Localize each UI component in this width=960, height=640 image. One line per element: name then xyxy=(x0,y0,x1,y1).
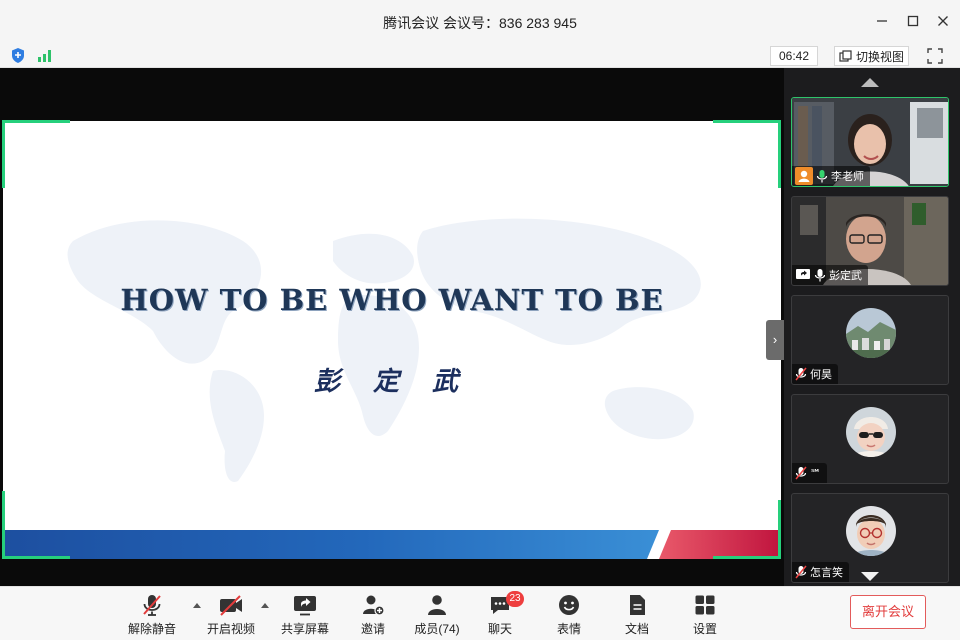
audio-options-caret-icon[interactable] xyxy=(193,603,201,608)
start-video-label: 开启视频 xyxy=(206,622,255,636)
switch-view-button[interactable]: 切换视图 xyxy=(834,46,910,66)
members-button[interactable]: 成员(74) xyxy=(407,593,467,637)
chat-label: 聊天 xyxy=(487,622,512,636)
participant-tile[interactable]: ℠ xyxy=(791,394,949,484)
maximize-icon xyxy=(907,15,919,27)
participant-avatar xyxy=(846,308,896,358)
slide-title: HOW TO BE WHO WANT TO BE xyxy=(120,283,664,317)
collapse-panel-button[interactable]: › xyxy=(766,320,784,360)
participant-video-panel: 李老师 彭定武 何昊 ℠ 怎言笑 xyxy=(784,68,960,586)
participant-label: 李老师 xyxy=(792,166,870,186)
scroll-up-icon[interactable] xyxy=(861,78,879,87)
invite-user-icon xyxy=(363,595,385,616)
switch-view-icon xyxy=(839,49,852,62)
share-screen-icon xyxy=(294,596,316,616)
participant-avatar xyxy=(846,506,896,556)
share-screen-button[interactable]: 共享屏幕 xyxy=(275,593,335,637)
window-title: 腾讯会议 会议号：836 283 945 xyxy=(383,15,577,31)
documents-button[interactable]: 文档 xyxy=(607,593,667,637)
meeting-timer: 06:42 xyxy=(770,46,818,66)
unmute-label: 解除静音 xyxy=(127,622,176,636)
emoji-icon xyxy=(559,595,579,615)
members-icon xyxy=(428,595,446,615)
slide-presenter-name: 彭 定 武 xyxy=(313,367,471,397)
minimize-button[interactable] xyxy=(872,12,892,32)
document-icon xyxy=(630,595,645,615)
frame-corner xyxy=(2,120,70,123)
meeting-toolbar: 解除静音 开启视频 共享屏幕 邀请 成员(74) 23 聊天 表情 文档 设置 … xyxy=(0,586,960,640)
participant-tile[interactable]: 李老师 xyxy=(791,97,949,187)
participant-label: 何昊 xyxy=(792,364,838,384)
participant-name: 怎言笑 xyxy=(810,567,843,579)
meeting-window: 腾讯会议 会议号：836 283 945 06:42 切换视图 HOW TO B… xyxy=(0,0,960,640)
leave-meeting-button[interactable]: 离开会议 xyxy=(850,595,926,629)
invite-button[interactable]: 邀请 xyxy=(343,593,403,637)
shared-screen-stage: HOW TO BE WHO WANT TO BE 彭 定 武 › xyxy=(0,68,784,586)
scroll-down-icon[interactable] xyxy=(861,572,879,581)
settings-label: 设置 xyxy=(692,622,717,636)
mic-on-icon xyxy=(814,269,826,282)
participant-label: ℠ xyxy=(792,463,828,483)
participant-tile[interactable]: 怎言笑 xyxy=(791,493,949,583)
mic-muted-icon xyxy=(795,367,807,381)
maximize-button[interactable] xyxy=(903,12,923,32)
participant-label: 怎言笑 xyxy=(792,562,849,582)
participant-avatar xyxy=(846,407,896,457)
invite-label: 邀请 xyxy=(360,622,385,636)
mic-muted-icon xyxy=(143,595,161,616)
fullscreen-icon[interactable] xyxy=(926,47,944,65)
frame-corner xyxy=(2,556,70,559)
network-signal-icon[interactable] xyxy=(37,49,53,62)
participant-name: 彭定武 xyxy=(829,270,862,282)
close-button[interactable] xyxy=(933,12,953,32)
frame-corner xyxy=(713,120,781,123)
participant-name: ℠ xyxy=(810,467,822,480)
host-badge-icon xyxy=(795,167,813,185)
chat-unread-badge: 23 xyxy=(506,591,524,607)
share-screen-label: 共享屏幕 xyxy=(280,622,329,636)
participant-label: 彭定武 xyxy=(792,265,868,285)
reactions-label: 表情 xyxy=(556,622,581,636)
start-video-button[interactable]: 开启视频 xyxy=(201,593,261,637)
participant-name: 李老师 xyxy=(831,171,864,183)
shared-slide: HOW TO BE WHO WANT TO BE 彭 定 武 xyxy=(3,121,781,559)
screen-share-icon xyxy=(796,269,810,279)
settings-grid-icon xyxy=(695,595,715,615)
mic-muted-icon xyxy=(795,565,807,579)
settings-button[interactable]: 设置 xyxy=(675,593,735,637)
mic-on-icon xyxy=(816,170,828,183)
unmute-button[interactable]: 解除静音 xyxy=(122,593,182,637)
security-shield-icon[interactable] xyxy=(10,47,26,64)
chevron-right-icon: › xyxy=(772,332,778,347)
frame-corner xyxy=(2,491,5,559)
participant-tile[interactable]: 何昊 xyxy=(791,295,949,385)
video-options-caret-icon[interactable] xyxy=(261,603,269,608)
close-icon xyxy=(938,16,948,26)
frame-corner xyxy=(713,556,781,559)
slide-footer-band xyxy=(3,530,781,559)
title-bar: 腾讯会议 会议号：836 283 945 xyxy=(0,0,960,44)
reactions-button[interactable]: 表情 xyxy=(539,593,599,637)
frame-corner xyxy=(778,120,781,188)
members-label: 成员(74) xyxy=(414,622,460,636)
frame-corner xyxy=(778,500,781,559)
world-map-background xyxy=(67,218,701,482)
participant-name: 何昊 xyxy=(810,369,832,381)
minimize-icon xyxy=(877,20,887,22)
status-bar: 06:42 切换视图 xyxy=(0,44,960,68)
video-off-icon xyxy=(220,595,242,616)
chat-button[interactable]: 23 聊天 xyxy=(470,591,530,637)
participant-tile[interactable]: 彭定武 xyxy=(791,196,949,286)
documents-label: 文档 xyxy=(624,622,649,636)
mic-muted-icon xyxy=(795,466,807,480)
switch-view-label: 切换视图 xyxy=(856,49,905,64)
frame-corner xyxy=(2,120,5,188)
